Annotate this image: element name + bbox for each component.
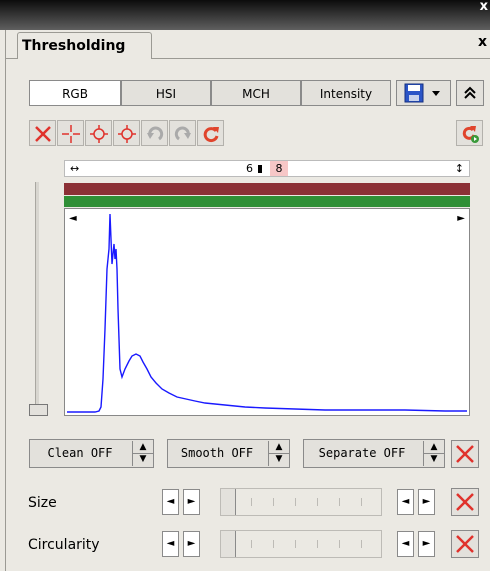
- clean-spinner[interactable]: ▲ ▼: [132, 441, 153, 466]
- clear-icon: [456, 535, 474, 553]
- histogram-plot[interactable]: ◄ ►: [64, 208, 470, 416]
- crosshair-button[interactable]: [57, 120, 84, 146]
- separate-clear-button[interactable]: [451, 440, 479, 468]
- clean-spin-down[interactable]: ▼: [133, 453, 153, 465]
- redo-button[interactable]: [169, 120, 196, 146]
- size-clear-button[interactable]: [451, 488, 479, 516]
- separate-spin-down[interactable]: ▼: [424, 453, 444, 465]
- size-max-left-arrow[interactable]: ◄: [397, 489, 414, 515]
- refresh-button[interactable]: [197, 120, 224, 146]
- window-close-button[interactable]: x: [480, 0, 488, 14]
- target-icon: [90, 125, 108, 143]
- clean-control: Clean OFF ▲ ▼: [29, 439, 154, 468]
- save-button[interactable]: [396, 80, 451, 106]
- redo-icon: [174, 126, 191, 141]
- circularity-range-slider[interactable]: [220, 530, 382, 558]
- smooth-spin-down[interactable]: ▼: [269, 453, 289, 465]
- vertical-slider-track[interactable]: [35, 182, 39, 414]
- circularity-min-left-arrow[interactable]: ◄: [162, 531, 179, 557]
- range-marker: [258, 165, 262, 173]
- vertical-slider-thumb[interactable]: [29, 404, 48, 416]
- circularity-max-right-arrow[interactable]: ►: [418, 531, 435, 557]
- range-low-value: 6: [246, 162, 253, 175]
- panel-close-button[interactable]: x: [478, 34, 487, 50]
- circularity-max-left-arrow[interactable]: ◄: [397, 531, 414, 557]
- smooth-spinner[interactable]: ▲ ▼: [268, 441, 289, 466]
- mode-hsi-button[interactable]: HSI: [121, 80, 211, 106]
- undo-icon: [147, 126, 164, 141]
- circularity-label: Circularity: [28, 537, 100, 553]
- smooth-control: Smooth OFF ▲ ▼: [167, 439, 290, 468]
- target-button[interactable]: [85, 120, 112, 146]
- size-min-left-arrow[interactable]: ◄: [162, 489, 179, 515]
- separate-toggle[interactable]: Separate OFF: [304, 440, 420, 467]
- size-slider-thumb[interactable]: [221, 489, 236, 515]
- range-expand-horizontal-icon[interactable]: ↔: [70, 161, 79, 176]
- tab-strip: Thresholding x: [6, 30, 490, 59]
- chevron-double-up-icon: [464, 86, 476, 99]
- size-min-right-arrow[interactable]: ►: [183, 489, 200, 515]
- smooth-toggle[interactable]: Smooth OFF: [168, 440, 266, 467]
- separate-spinner[interactable]: ▲ ▼: [423, 441, 444, 466]
- circularity-slider-thumb[interactable]: [221, 531, 236, 557]
- apply-refresh-button[interactable]: [456, 120, 483, 146]
- window-titlebar: x: [0, 0, 490, 30]
- clear-button[interactable]: [29, 120, 56, 146]
- mode-intensity-button[interactable]: Intensity: [301, 80, 391, 106]
- size-max-right-arrow[interactable]: ►: [418, 489, 435, 515]
- size-range-slider[interactable]: [220, 488, 382, 516]
- target-add-button[interactable]: [113, 120, 140, 146]
- mode-mch-button[interactable]: MCH: [211, 80, 301, 106]
- threshold-range-bar[interactable]: ↔ 6 8 ↕: [64, 160, 470, 177]
- apply-refresh-icon: [462, 126, 479, 143]
- clean-toggle[interactable]: Clean OFF: [30, 440, 130, 467]
- circularity-clear-button[interactable]: [451, 530, 479, 558]
- green-threshold-band[interactable]: [64, 196, 470, 207]
- crosshair-icon: [62, 125, 80, 143]
- clear-icon: [35, 126, 51, 142]
- tab-thresholding[interactable]: Thresholding: [17, 32, 152, 59]
- save-disk-icon: [404, 83, 440, 103]
- separate-control: Separate OFF ▲ ▼: [303, 439, 445, 468]
- undo-button[interactable]: [141, 120, 168, 146]
- circularity-min-right-arrow[interactable]: ►: [183, 531, 200, 557]
- collapse-button[interactable]: [456, 80, 484, 106]
- histogram-curve: [67, 213, 467, 413]
- range-high-value: 8: [270, 161, 288, 176]
- refresh-icon: [203, 127, 219, 143]
- target-add-icon: [118, 125, 136, 143]
- red-threshold-band[interactable]: [64, 183, 470, 195]
- size-label: Size: [28, 495, 57, 511]
- range-expand-vertical-icon[interactable]: ↕: [455, 161, 464, 176]
- clear-icon: [456, 493, 474, 511]
- clear-icon: [456, 445, 474, 463]
- mode-rgb-button[interactable]: RGB: [29, 80, 121, 106]
